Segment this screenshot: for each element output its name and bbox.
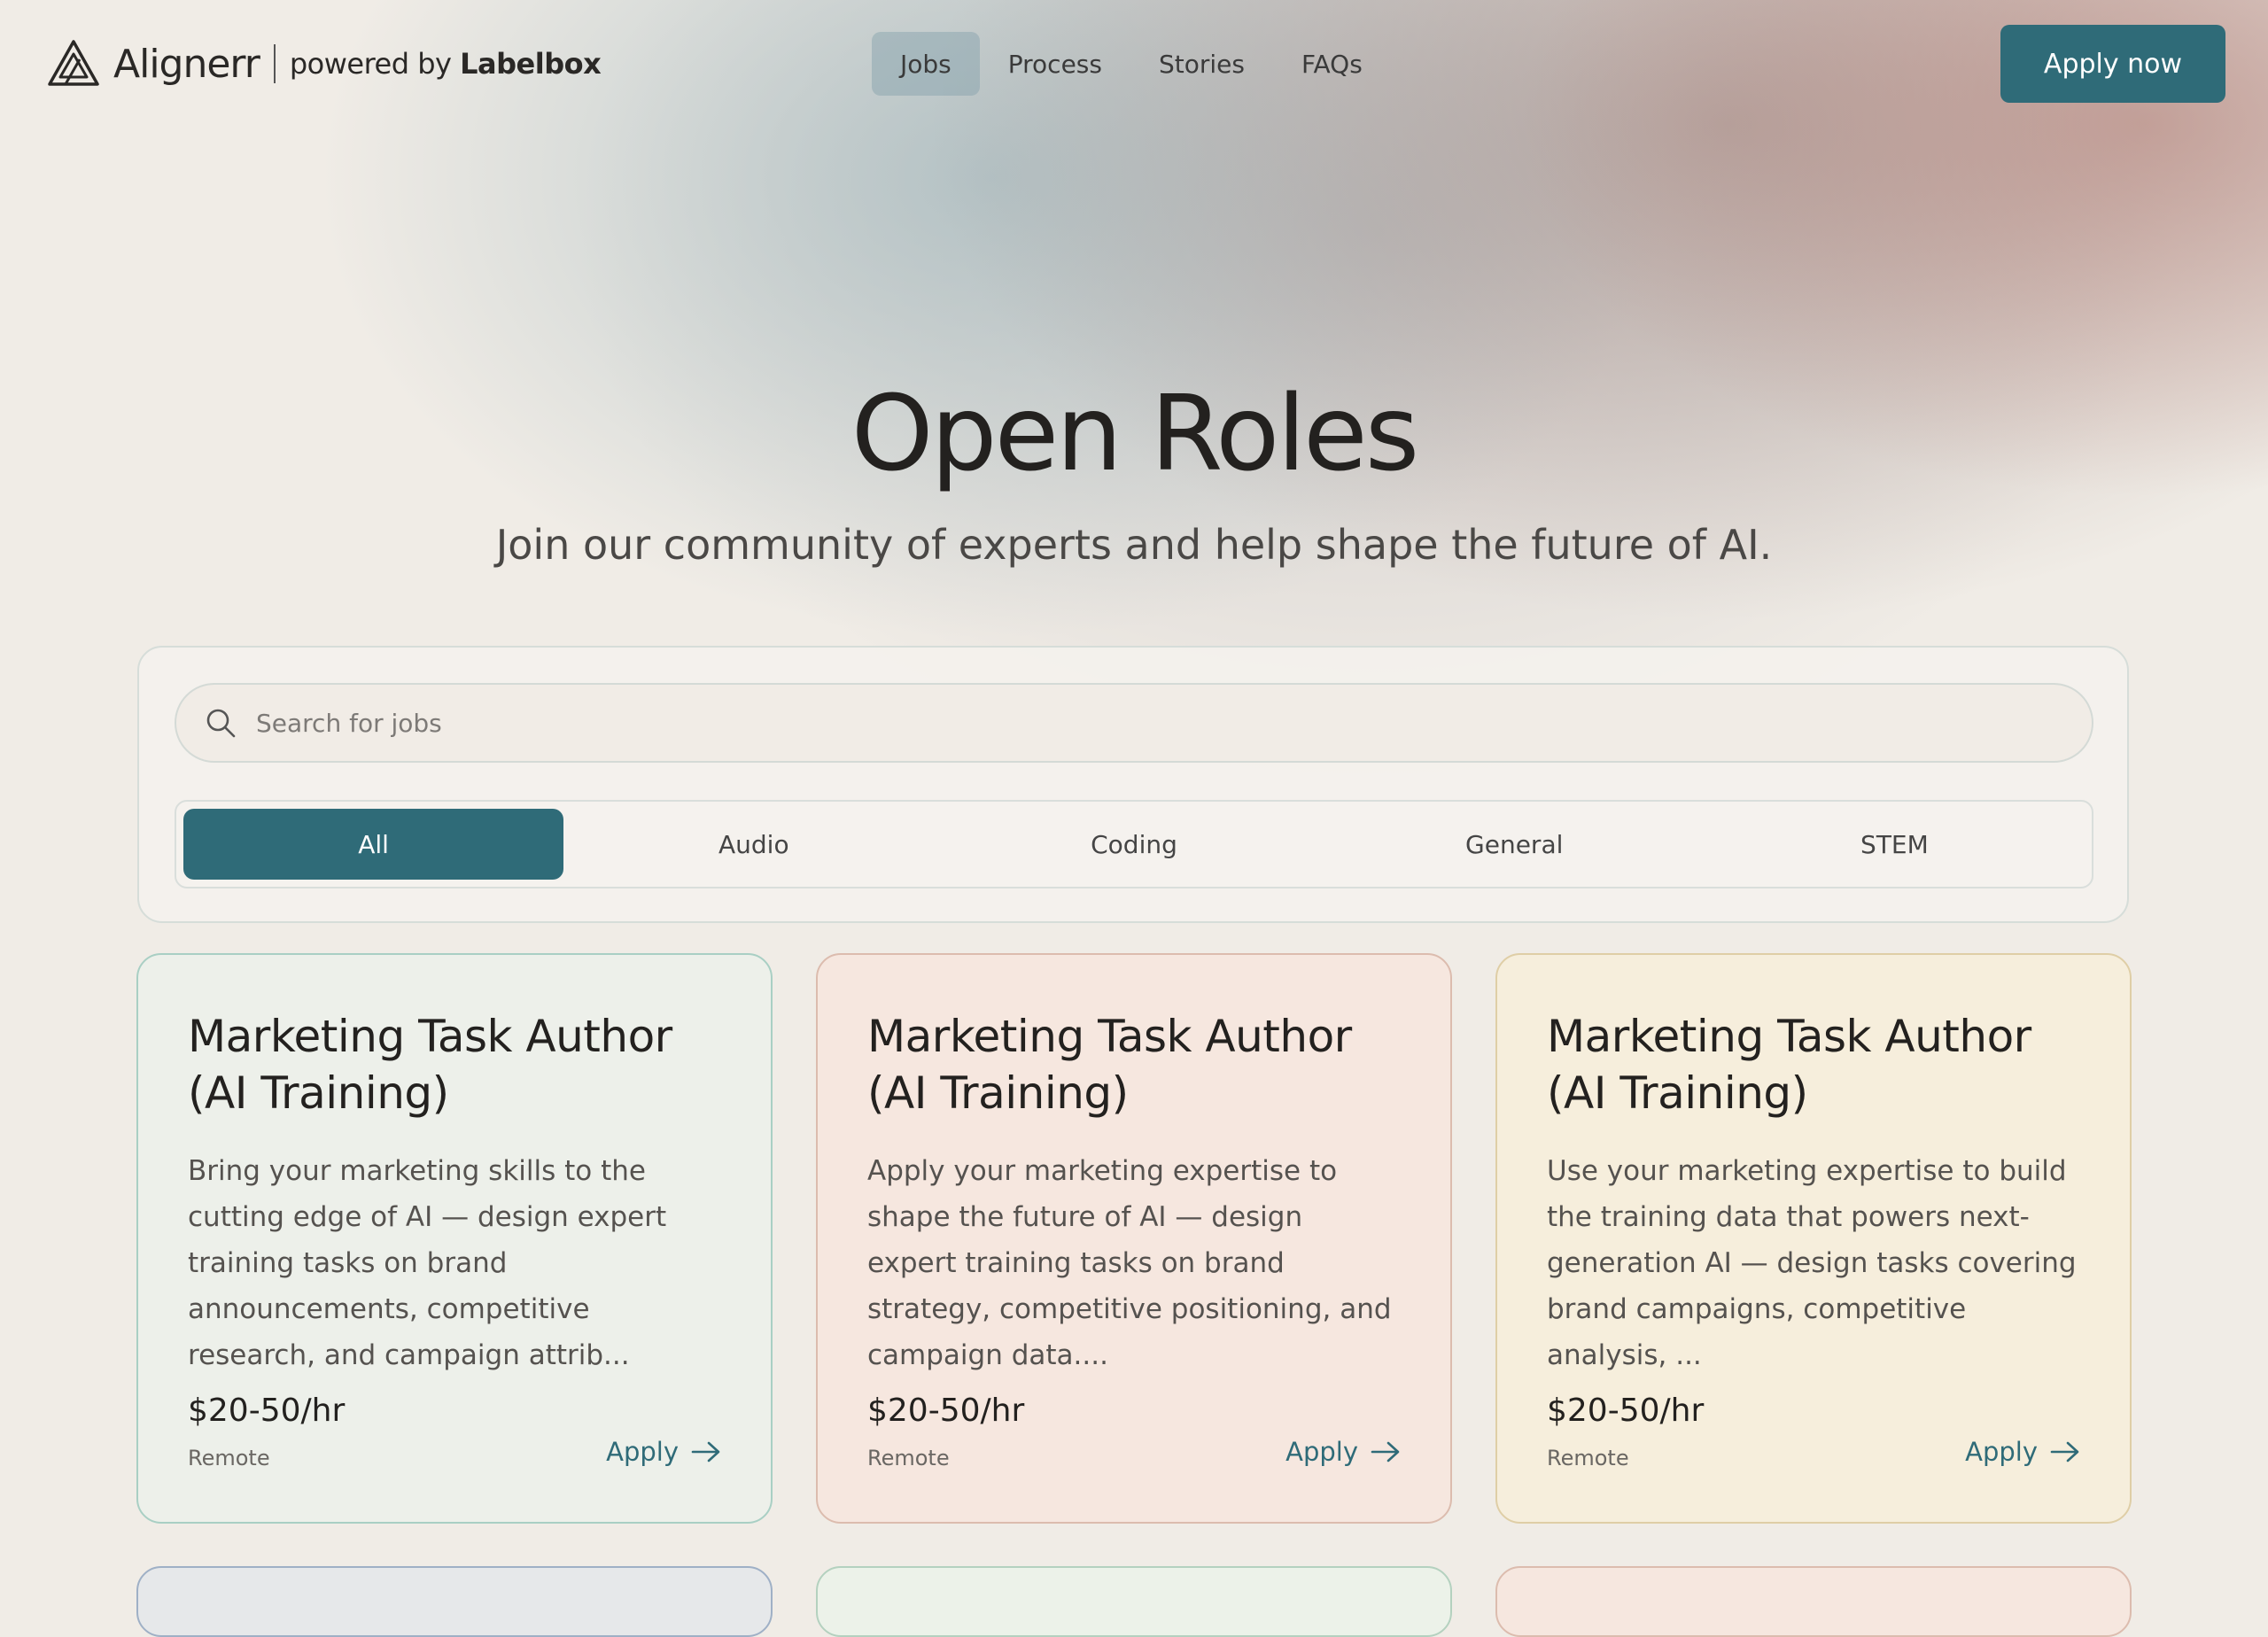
apply-now-button[interactable]: Apply now (2000, 25, 2225, 103)
job-apply-link[interactable]: Apply (1965, 1437, 2080, 1467)
filter-general[interactable]: General (1324, 809, 1705, 880)
job-title: Marketing Task Author (AI Training) (1547, 1011, 2031, 1119)
brand-name: Alignerr (113, 41, 260, 87)
apply-label: Apply (1965, 1437, 2038, 1467)
labelbox-brand: Labelbox (460, 47, 602, 81)
brand-logo-link[interactable]: Alignerr powered by Labelbox (46, 34, 602, 94)
job-apply-link[interactable]: Apply (606, 1437, 721, 1467)
job-title: Marketing Task Author (AI Training) (867, 1011, 1352, 1119)
job-card[interactable]: Marketing Task Author (AI Training) Use … (1495, 953, 2132, 1524)
alignerr-logo-icon (48, 40, 99, 86)
job-card[interactable]: Marketing Task Author (AI Training) Appl… (816, 953, 1452, 1524)
job-card[interactable]: Marketing Task Author (AI Training) Brin… (136, 953, 773, 1524)
category-filter-tabs: All Audio Coding General STEM (175, 800, 2093, 888)
job-card-partial[interactable] (136, 1566, 773, 1637)
apply-label: Apply (606, 1437, 679, 1467)
powered-prefix: powered by (289, 47, 452, 81)
powered-by-label: powered by Labelbox (289, 47, 602, 81)
job-location: Remote (867, 1446, 950, 1470)
job-location: Remote (1547, 1446, 1629, 1470)
nav-process[interactable]: Process (980, 32, 1130, 96)
job-description: Use your marketing expertise to build th… (1547, 1155, 2077, 1371)
job-rate: $20-50/hr (867, 1393, 1025, 1429)
arrow-right-icon (2050, 1441, 2079, 1462)
job-apply-link[interactable]: Apply (1285, 1437, 1401, 1467)
filter-all[interactable]: All (183, 809, 564, 880)
nav-jobs[interactable]: Jobs (872, 32, 980, 96)
filter-stem[interactable]: STEM (1705, 809, 2085, 880)
brand-divider (273, 44, 276, 83)
filter-coding[interactable]: Coding (944, 809, 1324, 880)
nav-faqs[interactable]: FAQs (1273, 32, 1391, 96)
arrow-right-icon (1371, 1441, 1400, 1462)
job-location: Remote (188, 1446, 270, 1470)
apply-label: Apply (1285, 1437, 1358, 1467)
job-rate: $20-50/hr (188, 1393, 346, 1429)
arrow-right-icon (691, 1441, 720, 1462)
job-description: Apply your marketing expertise to shape … (867, 1155, 1392, 1371)
nav-stories[interactable]: Stories (1130, 32, 1273, 96)
search-input[interactable] (254, 707, 2092, 739)
search-bar (175, 683, 2093, 763)
page-subtitle: Join our community of experts and help s… (495, 521, 1773, 569)
filter-audio[interactable]: Audio (563, 809, 944, 880)
job-card-partial[interactable] (1495, 1566, 2132, 1637)
job-search-panel: All Audio Coding General STEM (137, 646, 2129, 923)
job-description: Bring your marketing skills to the cutti… (188, 1155, 667, 1371)
job-title: Marketing Task Author (AI Training) (188, 1011, 672, 1119)
job-rate: $20-50/hr (1547, 1393, 1705, 1429)
search-icon (206, 709, 236, 738)
main-nav: Jobs Process Stories FAQs (872, 32, 1391, 96)
page-title: Open Roles (850, 372, 1419, 494)
job-card-partial[interactable] (816, 1566, 1452, 1637)
